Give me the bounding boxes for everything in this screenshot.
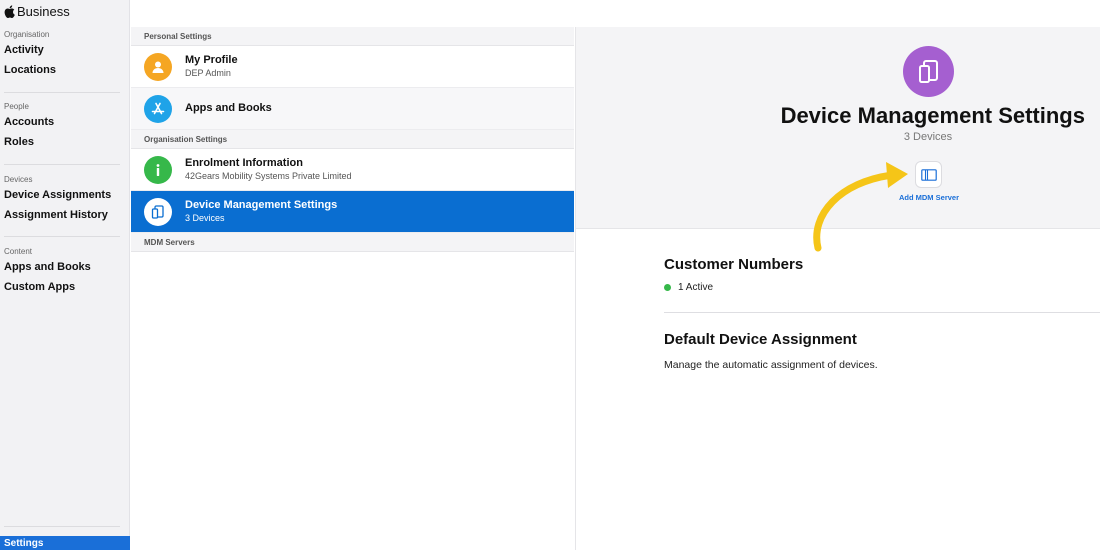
divider	[664, 312, 1100, 313]
sidebar-section-organisation: Organisation Activity Locations	[0, 30, 130, 83]
status-dot-icon	[664, 284, 671, 291]
list-item-enrolment-information[interactable]: Enrolment Information 42Gears Mobility S…	[131, 149, 574, 191]
list-item-title: Apps and Books	[185, 102, 272, 114]
sidebar-section-header: Organisation	[4, 30, 50, 39]
sidebar-divider	[4, 164, 120, 165]
apple-logo-icon	[4, 5, 15, 18]
list-item-subtitle: DEP Admin	[185, 68, 231, 78]
list-item-title: My Profile	[185, 54, 238, 66]
list-item-device-management-settings[interactable]: Device Management Settings 3 Devices	[131, 191, 574, 233]
settings-list: Personal Settings My Profile DEP Admin A…	[131, 27, 574, 550]
sidebar-section-content: Content Apps and Books Custom Apps	[0, 247, 130, 300]
tablet-icon	[903, 46, 954, 97]
brand: Business	[4, 4, 70, 19]
list-section-header-personal: Personal Settings	[131, 27, 574, 46]
sidebar-item-accounts[interactable]: Accounts	[0, 115, 130, 135]
sidebar-section-header: People	[4, 102, 29, 111]
default-device-assignment-desc: Manage the automatic assignment of devic…	[664, 359, 878, 371]
page-title: Device Management Settings	[780, 103, 1085, 128]
customer-numbers-title: Customer Numbers	[664, 256, 804, 273]
sidebar-item-device-assignments[interactable]: Device Assignments	[0, 188, 130, 208]
sidebar-section-devices: Devices Device Assignments Assignment Hi…	[0, 175, 130, 228]
sidebar-item-activity[interactable]: Activity	[0, 43, 130, 63]
sidebar-divider	[4, 526, 120, 527]
list-item-subtitle: 3 Devices	[185, 213, 225, 223]
sidebar-item-settings[interactable]: Settings	[0, 536, 130, 550]
sidebar-section-people: People Accounts Roles	[0, 102, 130, 155]
tablet-icon	[144, 198, 172, 226]
server-icon	[920, 168, 937, 181]
list-item-apps-and-books[interactable]: Apps and Books	[131, 88, 574, 130]
person-icon	[144, 53, 172, 81]
list-item-title: Device Management Settings	[185, 199, 338, 211]
app-store-icon	[144, 95, 172, 123]
sidebar-item-roles[interactable]: Roles	[0, 135, 130, 155]
sidebar-item-custom-apps[interactable]: Custom Apps	[0, 280, 130, 300]
sidebar-section-header: Content	[4, 247, 33, 256]
list-item-subtitle: 42Gears Mobility Systems Private Limited	[185, 171, 352, 181]
sidebar-section-header: Devices	[4, 175, 33, 184]
sidebar: Business Organisation Activity Locations…	[0, 0, 130, 550]
sidebar-item-assignment-history[interactable]: Assignment History	[0, 208, 130, 228]
list-item-my-profile[interactable]: My Profile DEP Admin	[131, 46, 574, 88]
sidebar-divider	[4, 92, 120, 93]
sidebar-divider	[4, 236, 120, 237]
detail-pane: Device Management Settings 3 Devices Add…	[575, 27, 1100, 550]
active-status: 1 Active	[664, 282, 713, 293]
info-icon	[144, 156, 172, 184]
annotation-arrow-icon	[813, 162, 908, 252]
sidebar-item-apps-and-books[interactable]: Apps and Books	[0, 260, 130, 280]
list-section-header-organisation: Organisation Settings	[131, 130, 574, 149]
list-section-header-mdm-servers: MDM Servers	[131, 233, 574, 252]
default-device-assignment-title: Default Device Assignment	[664, 331, 857, 348]
list-item-title: Enrolment Information	[185, 157, 303, 169]
brand-name: Business	[17, 4, 70, 19]
active-count: 1 Active	[678, 282, 714, 293]
page-subtitle: 3 Devices	[903, 131, 953, 143]
sidebar-item-locations[interactable]: Locations	[0, 63, 130, 83]
